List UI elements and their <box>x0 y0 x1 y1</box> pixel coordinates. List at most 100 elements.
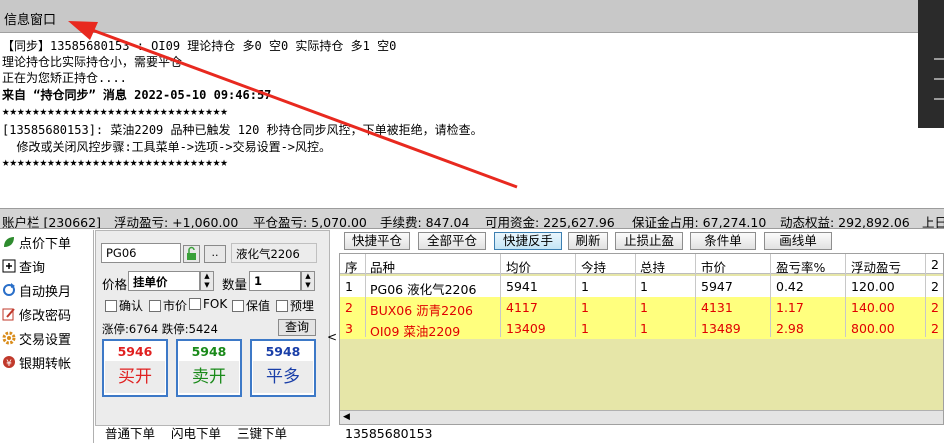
checkbox-hedge[interactable]: 保值 <box>232 297 270 314</box>
lock-button[interactable] <box>183 245 200 263</box>
cell-symbol: BUX06 沥青2206 <box>370 303 473 318</box>
cell-avg: 5941 <box>506 279 538 294</box>
info-message-area: 【同步】13585680153 : OI09 理论持仓 多0 空0 实际持仓 多… <box>0 34 918 206</box>
cell-market: 13489 <box>701 321 741 336</box>
contract-picker-button[interactable]: .. <box>204 245 226 263</box>
table-row[interactable]: 2 BUX06 沥青2206 4117 1 1 4131 1.17 140.00… <box>340 297 943 318</box>
nav-label: 交易设置 <box>19 332 72 348</box>
col-header[interactable]: 2 <box>931 257 939 272</box>
quantity-label: 数量 <box>222 277 248 292</box>
table-row[interactable]: 1 PG06 液化气2206 5941 1 1 5947 0.42 120.00… <box>340 276 943 297</box>
sell-open-button[interactable]: 5948 卖开 <box>176 339 242 397</box>
price-spinner[interactable]: ▲ ▼ <box>200 271 214 291</box>
lock-icon <box>187 246 196 260</box>
nav-item-trade-settings[interactable]: 交易设置 <box>2 328 71 348</box>
buy-open-button[interactable]: 5946 买开 <box>102 339 168 397</box>
nav-item-auto-rollover[interactable]: 自动换月 <box>2 280 71 300</box>
cell-float: 120.00 <box>851 279 895 294</box>
tab-three-key-order[interactable]: 三键下单 <box>227 426 287 443</box>
close-long-label: 平多 <box>253 361 313 393</box>
order-entry-panel: PG06 .. 液化气2206 价格 挂单价 ▲ ▼ 数量 1 ▲ ▼ 确认 市价 … <box>95 230 330 426</box>
dynamic-equity: 动态权益: 292,892.06 <box>780 215 910 229</box>
info-window-titlebar: 信息窗口 <box>0 0 918 33</box>
close-price: 5948 <box>265 344 301 359</box>
stop-loss-profit-button[interactable]: 止损止盈 <box>615 232 683 250</box>
checkbox-market[interactable]: 市价 <box>149 297 187 314</box>
nav-item-change-password[interactable]: 修改密码 <box>2 304 71 324</box>
col-header[interactable]: 浮动盈亏 <box>851 257 901 276</box>
refresh-button[interactable]: 刷新 <box>568 232 608 250</box>
quantity-spinner[interactable]: ▲ ▼ <box>301 271 315 291</box>
nav-label: 查询 <box>19 260 46 276</box>
column-divider <box>365 254 366 337</box>
quick-reverse-button[interactable]: 快捷反手 <box>494 232 562 250</box>
nav-label: 修改密码 <box>19 308 72 324</box>
cell-total: 1 <box>640 279 648 294</box>
close-pl: 平仓盈亏: 5,070.00 <box>253 215 367 229</box>
drawline-order-button[interactable]: 画线单 <box>764 232 832 250</box>
cell-seq: 2 <box>345 300 353 315</box>
account-id: 账户栏 [230662] <box>2 215 101 229</box>
query-button[interactable]: 查询 <box>278 319 316 336</box>
checkbox-fok[interactable]: FOK <box>189 297 227 311</box>
cell-extra: 2 <box>931 279 939 294</box>
plus-box-icon <box>2 259 16 273</box>
col-header[interactable]: 市价 <box>701 257 726 276</box>
column-divider <box>845 254 846 337</box>
quick-close-button[interactable]: 快捷平仓 <box>344 232 410 250</box>
cell-symbol: PG06 液化气2206 <box>370 282 477 297</box>
tab-normal-order[interactable]: 普通下单 <box>95 426 155 443</box>
contract-code-input[interactable]: PG06 <box>101 243 181 263</box>
table-header: 序 品种 均价 今持 总持 市价 盈亏率% 浮动盈亏 2 <box>340 254 943 276</box>
cell-market: 4131 <box>701 300 733 315</box>
cell-total: 1 <box>640 321 648 336</box>
nav-item-query[interactable]: 查询 <box>2 256 45 276</box>
close-long-button[interactable]: 5948 平多 <box>250 339 316 397</box>
menu-line <box>934 58 944 60</box>
collapse-panel-icon[interactable]: < <box>327 330 337 344</box>
buy-price: 5946 <box>117 344 153 359</box>
float-pl: 浮动盈亏: +1,060.00 <box>114 215 239 229</box>
checkbox-confirm[interactable]: 确认 <box>105 297 143 314</box>
cell-today: 1 <box>581 279 589 294</box>
price-input[interactable]: 挂单价 <box>128 271 200 291</box>
col-header[interactable]: 品种 <box>370 257 395 276</box>
price-label: 价格 <box>102 277 128 292</box>
col-header[interactable]: 总持 <box>640 257 665 276</box>
table-row[interactable]: 3 OI09 菜油2209 13409 1 1 13489 2.98 800.0… <box>340 318 943 339</box>
message-line: [13585680153]: 菜油2209 品种已触发 120 秒持仓同步风控，… <box>2 123 483 137</box>
svg-text:¥: ¥ <box>6 359 12 369</box>
refresh-icon <box>2 283 16 297</box>
col-header[interactable]: 序 <box>345 257 358 276</box>
quantity-input[interactable]: 1 <box>249 271 301 291</box>
nav-item-bank-transfer[interactable]: ¥ 银期转帐 <box>2 352 71 372</box>
nav-label: 点价下单 <box>19 236 72 252</box>
cell-seq: 1 <box>345 279 353 294</box>
conditional-order-button[interactable]: 条件单 <box>690 232 756 250</box>
col-header[interactable]: 今持 <box>581 257 606 276</box>
star-separator: ★★★★★★★★★★★★★★★★★★★★★★★★★★★★★★ <box>2 154 228 169</box>
menu-line <box>934 78 944 80</box>
nav-item-click-order[interactable]: 点价下单 <box>2 232 71 252</box>
col-header[interactable]: 盈亏率% <box>776 257 825 276</box>
message-line: 【同步】13585680153 : OI09 理论持仓 多0 空0 实际持仓 多… <box>2 39 397 53</box>
cell-float: 800.00 <box>851 321 895 336</box>
cell-rate: 1.17 <box>776 300 804 315</box>
cell-extra: 2 <box>931 300 939 315</box>
tab-flash-order[interactable]: 闪电下单 <box>161 426 221 443</box>
previous-day: 上日 <box>922 215 944 229</box>
checkbox-preset[interactable]: 预埋 <box>276 297 314 314</box>
scroll-left-icon[interactable]: ◀ <box>343 412 350 422</box>
side-scroll-panel[interactable] <box>918 0 944 128</box>
cell-avg: 13409 <box>506 321 546 336</box>
column-divider <box>575 254 576 337</box>
edit-icon <box>2 307 16 321</box>
fee: 手续费: 847.04 <box>380 215 470 229</box>
info-window-title: 信息窗口 <box>4 13 57 28</box>
cell-symbol: OI09 菜油2209 <box>370 324 461 339</box>
sell-price: 5948 <box>191 344 227 359</box>
col-header[interactable]: 均价 <box>506 257 531 276</box>
horizontal-scrollbar[interactable]: ◀ <box>340 410 943 424</box>
column-divider <box>695 254 696 337</box>
close-all-button[interactable]: 全部平仓 <box>418 232 486 250</box>
